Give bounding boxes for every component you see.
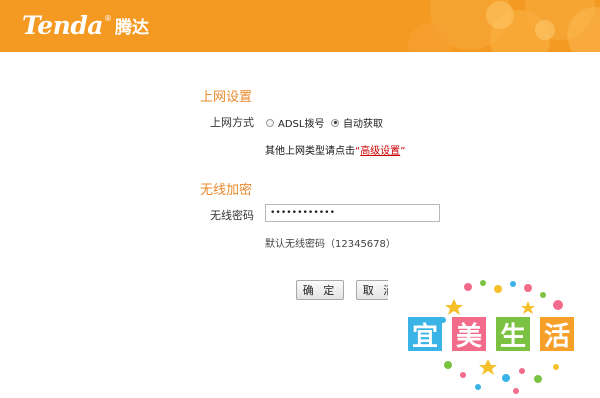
logo-text-cn: 腾达 <box>115 17 149 38</box>
watermark-char-2: 美 <box>452 317 486 352</box>
header-bar: Tenda ® 腾达 <box>0 0 600 52</box>
radio-adsl-label: ADSL拨号 <box>278 119 325 130</box>
watermark-badge: 宜 美 生 活 <box>388 275 600 398</box>
wireless-section-title: 无线加密 <box>200 183 253 198</box>
radio-adsl[interactable]: ADSL拨号 <box>266 115 324 130</box>
radio-adsl-indicator[interactable] <box>266 118 274 127</box>
radio-auto-label: 自动获取 <box>343 119 383 130</box>
mode-label: 上网方式 <box>210 116 254 129</box>
internet-section-title: 上网设置 <box>200 90 253 105</box>
tenda-logo: Tenda ® 腾达 <box>22 10 149 40</box>
advanced-hint: 其他上网类型请点击“高级设置” <box>265 142 405 157</box>
watermark-char-1: 宜 <box>408 317 442 352</box>
radio-auto-indicator[interactable] <box>331 118 339 127</box>
radio-auto[interactable]: 自动获取 <box>331 115 383 130</box>
ok-button[interactable]: 确 定 <box>296 280 344 300</box>
advanced-hint-text: 其他上网类型请点击 <box>265 146 355 157</box>
wireless-password-input[interactable]: •••••••••••• <box>265 204 440 222</box>
logo-text-en: Tenda <box>22 10 104 40</box>
password-label: 无线密码 <box>210 209 254 222</box>
watermark-char-4: 活 <box>540 317 574 352</box>
advanced-settings-link[interactable]: 高级设置 <box>360 146 400 157</box>
default-password-hint: 默认无线密码（12345678） <box>265 239 396 250</box>
logo-trademark: ® <box>104 14 112 23</box>
watermark-char-3: 生 <box>496 317 530 352</box>
hint-quote-close: ” <box>400 146 406 157</box>
